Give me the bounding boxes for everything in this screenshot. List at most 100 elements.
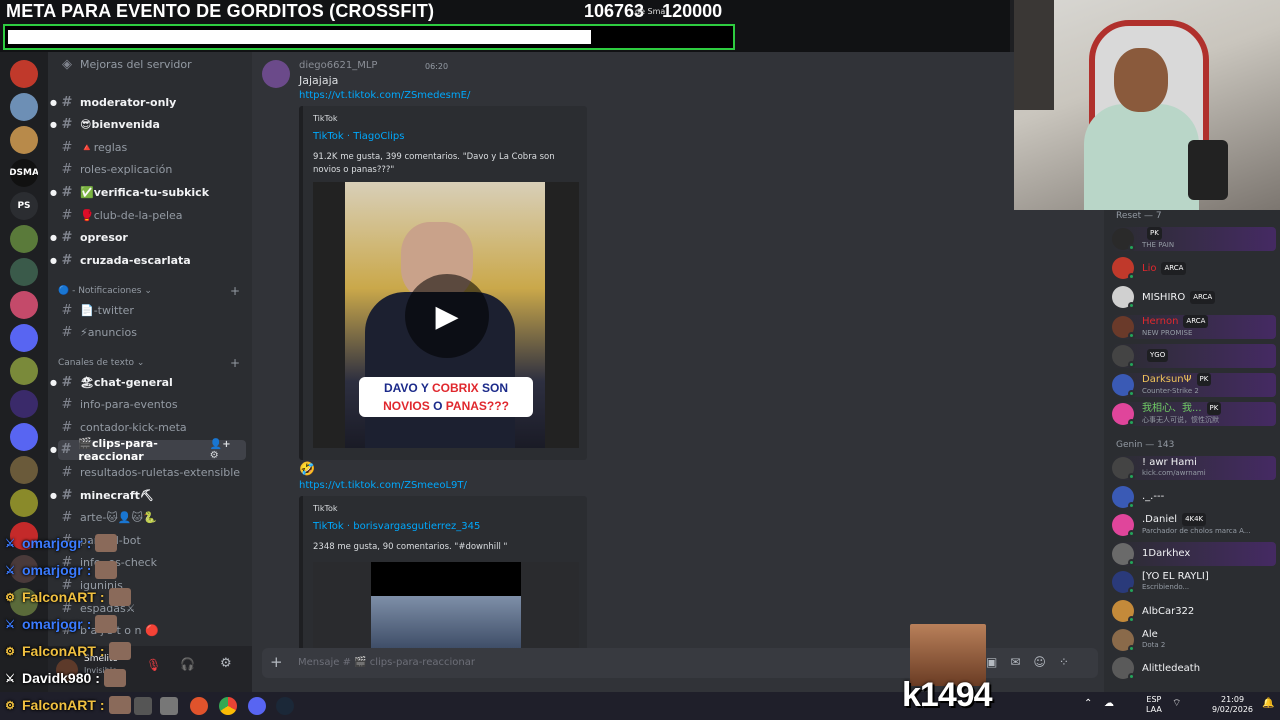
member-item[interactable]: Lio ARCA: [1112, 256, 1276, 281]
member-item[interactable]: Alittledeath: [1112, 656, 1276, 681]
wifi-icon[interactable]: ⌔: [1172, 699, 1181, 709]
clock[interactable]: 21:09 9/02/2026: [1212, 695, 1253, 715]
member-item[interactable]: YGO: [1112, 343, 1276, 368]
clan-tag: ARCA: [1183, 314, 1209, 328]
channel-item[interactable]: ● # minecraft⛏: [50, 485, 246, 505]
screen: META PARA EVENTO DE GORDITOS (CROSSFIT) …: [0, 0, 1280, 720]
stream-chat-line: ⚔ omarjogr:: [2, 615, 118, 633]
add-channel-icon[interactable]: +: [230, 356, 240, 370]
member-item[interactable]: Hernon ARCA NEW PROMISE: [1112, 314, 1276, 339]
channel-item[interactable]: # roles-explicación: [58, 160, 246, 180]
gear-icon[interactable]: ⚙: [220, 656, 232, 671]
category-notificaciones[interactable]: 🔵 - Notificaciones ⌄: [58, 286, 152, 296]
badge-icon: ⚙: [5, 699, 15, 712]
video-thumbnail[interactable]: [313, 562, 579, 648]
channel-item[interactable]: # 📄-twitter: [58, 300, 246, 320]
composer-tools[interactable]: ▣✉☺⁘: [986, 655, 1082, 669]
steam-icon[interactable]: [276, 697, 294, 715]
emote-image: [103, 669, 126, 687]
chevron-up-icon[interactable]: ⌃: [1084, 699, 1092, 709]
channel-item[interactable]: # arte-🐱👤🐱🐍: [58, 508, 246, 528]
member-item[interactable]: 我相心、我... PK 心事无人可说，惯性沉默: [1112, 402, 1276, 427]
brave-icon[interactable]: [190, 697, 208, 715]
channel-item[interactable]: ● # 😎bienvenida: [50, 115, 246, 135]
server-icon[interactable]: [10, 225, 38, 253]
tiktok-link-1[interactable]: https://vt.tiktok.com/ZSmedesmE/: [299, 90, 470, 101]
clan-tag: ARCA: [1161, 261, 1187, 275]
member-activity: 心事无人可说，惯性沉默: [1142, 416, 1219, 425]
channel-item[interactable]: # ⚡anuncios: [58, 323, 246, 343]
member-name: DarksunΨ: [1142, 374, 1192, 385]
server-boost[interactable]: ◈ Mejoras del servidor: [58, 54, 246, 74]
member-name: MISHIRO: [1142, 291, 1186, 303]
channel-item[interactable]: ● # moderator-only: [50, 92, 246, 112]
status-dot: [1128, 530, 1135, 538]
member-item[interactable]: [YO EL RAYLI] Escribiendo...: [1112, 570, 1276, 595]
language-indicator[interactable]: ESP LAA: [1146, 695, 1162, 715]
member-item[interactable]: ! awr Hami kick.com/awrnami: [1112, 456, 1276, 480]
channel-item[interactable]: # 🔺reglas: [58, 137, 246, 157]
cloud-icon[interactable]: ☁: [1104, 699, 1114, 709]
notifications-icon[interactable]: 🔔: [1262, 699, 1274, 709]
emote-image: [95, 534, 118, 552]
server-icon[interactable]: DSMA: [10, 159, 38, 187]
app-icon[interactable]: [160, 697, 178, 715]
video-thumbnail[interactable]: ▶ DAVO Y COBRIX SON NOVIOS O PANAS???: [313, 182, 579, 448]
member-item[interactable]: DarksunΨ PK Counter-Strike 2: [1112, 373, 1276, 397]
channel-item[interactable]: # contador-kick-meta: [58, 417, 246, 437]
server-icon[interactable]: [10, 93, 38, 121]
server-icon[interactable]: [10, 423, 38, 451]
member-item[interactable]: 1Darkhex: [1112, 541, 1276, 566]
category-text[interactable]: Canales de texto ⌄: [58, 358, 144, 368]
hash-icon: #: [61, 419, 73, 435]
server-icon[interactable]: [10, 324, 38, 352]
channel-item[interactable]: # info-para-eventos: [58, 395, 246, 415]
channel-item[interactable]: ● # cruzada-escarlata: [50, 250, 246, 270]
message-username[interactable]: diego6621_MLP: [299, 60, 377, 71]
embed-title[interactable]: TikTok · TiagoClips: [313, 131, 405, 142]
member-item[interactable]: ._.---: [1112, 485, 1276, 509]
channel-item[interactable]: # resultados-ruletas-extensible: [58, 462, 246, 482]
attach-icon[interactable]: +: [270, 653, 283, 671]
server-icon[interactable]: [10, 357, 38, 385]
message-avatar[interactable]: [262, 60, 290, 88]
mute-icon[interactable]: 🎙: [146, 658, 161, 672]
discord-icon[interactable]: [248, 697, 266, 715]
avatar: [1112, 286, 1135, 310]
member-text: ! awr Hami kick.com/awrnami: [1142, 457, 1206, 479]
server-icon[interactable]: [10, 126, 38, 154]
member-item[interactable]: .Daniel 4K4K Parchador de cholos marca A..…: [1112, 513, 1276, 538]
channel-item[interactable]: ● # 🎬clips-para-reaccionar 👤+ ⚙: [50, 437, 246, 463]
server-icon[interactable]: PS: [10, 192, 38, 220]
channel-settings-icon[interactable]: 👤+ ⚙: [210, 439, 240, 461]
channel-item[interactable]: ● # 🏖chat-general: [50, 372, 246, 392]
channel-item[interactable]: ● # ✅verifica-tu-subkick: [50, 182, 246, 202]
stream-chat-line: ⚔ omarjogr:: [2, 561, 118, 579]
server-icon[interactable]: [10, 291, 38, 319]
server-icon[interactable]: [10, 456, 38, 484]
member-item[interactable]: Ale Dota 2: [1112, 628, 1276, 652]
headphones-icon[interactable]: 🎧: [180, 657, 195, 671]
server-icon[interactable]: [10, 489, 38, 517]
server-icon[interactable]: [10, 390, 38, 418]
add-channel-icon[interactable]: +: [230, 284, 240, 298]
channel-item[interactable]: ● # opresor: [50, 228, 246, 248]
member-item[interactable]: AlbCar322: [1112, 599, 1276, 623]
channel-item[interactable]: # 🥊club-de-la-pelea: [58, 205, 246, 225]
embed-title[interactable]: TikTok · borisvargasgutierrez_345: [313, 521, 480, 532]
app-icon[interactable]: [134, 697, 152, 715]
play-icon[interactable]: ▶: [405, 274, 489, 358]
chrome-icon[interactable]: [219, 697, 237, 715]
hash-icon: #: [61, 139, 73, 155]
member-item[interactable]: MISHIRO ARCA: [1112, 285, 1276, 310]
member-item[interactable]: PK THE PAIN: [1112, 227, 1276, 251]
status-dot: [1128, 302, 1135, 310]
tiktok-link-2[interactable]: https://vt.tiktok.com/ZSmeeoL9T/: [299, 480, 467, 491]
colon: :: [95, 670, 100, 686]
hash-icon: #: [61, 464, 73, 480]
embed-description: 2348 me gusta, 90 comentarios. "#downhil…: [313, 542, 508, 552]
member-name: Lio: [1142, 262, 1157, 274]
member-activity: NEW PROMISE: [1142, 328, 1193, 337]
server-icon[interactable]: [10, 258, 38, 286]
server-icon[interactable]: [10, 60, 38, 88]
